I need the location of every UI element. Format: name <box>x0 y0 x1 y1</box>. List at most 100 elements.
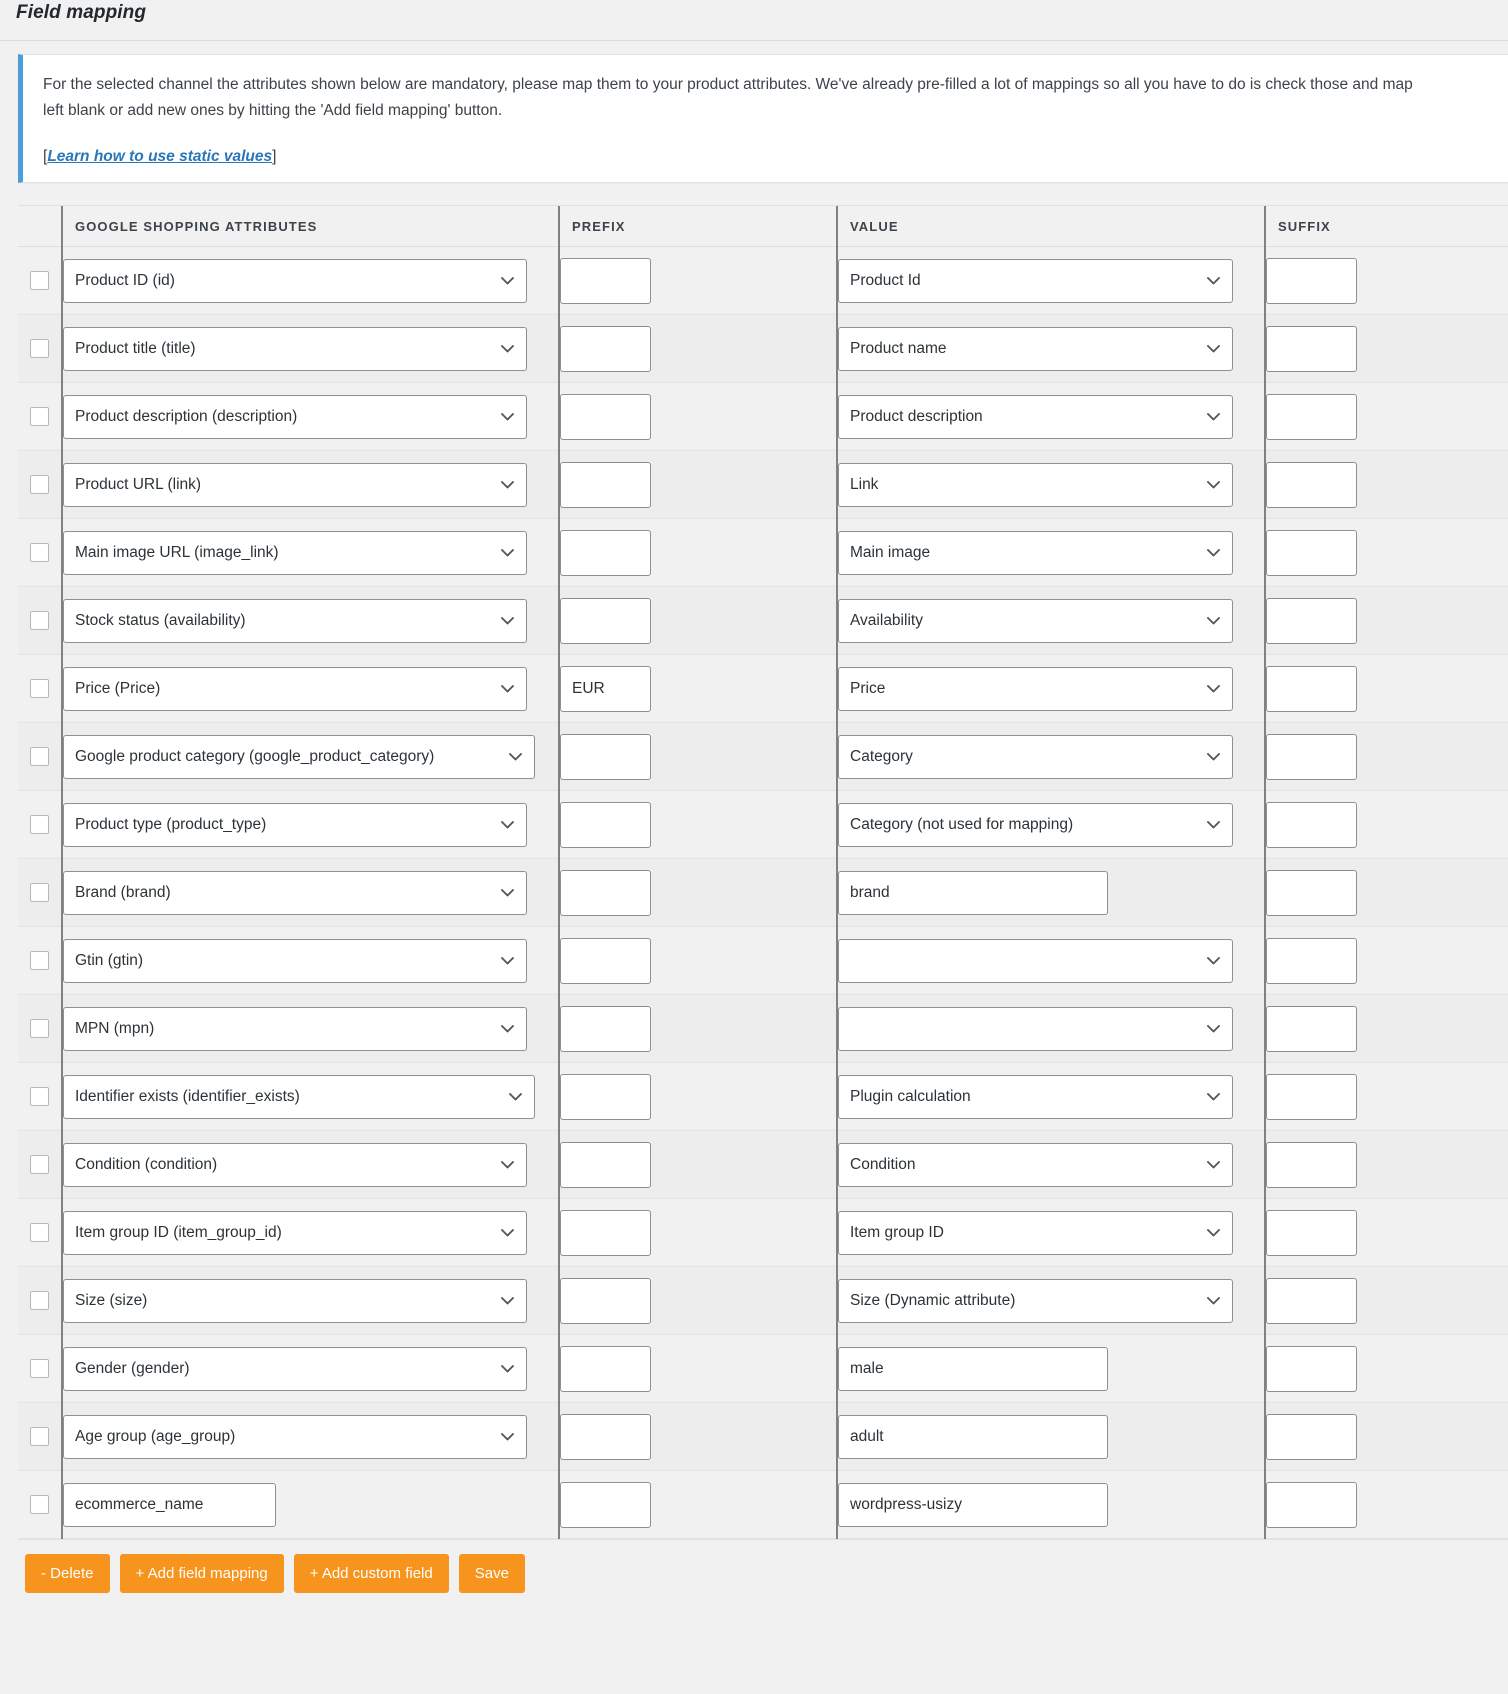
value-select[interactable] <box>838 939 1233 983</box>
attribute-select[interactable]: Age group (age_group) <box>63 1415 527 1459</box>
prefix-input[interactable] <box>560 258 651 304</box>
attribute-select[interactable]: Product URL (link) <box>63 463 527 507</box>
row-checkbox[interactable] <box>30 339 49 358</box>
row-checkbox[interactable] <box>30 679 49 698</box>
value-select[interactable]: Main image <box>838 531 1233 575</box>
value-text-input[interactable]: adult <box>838 1415 1108 1459</box>
row-checkbox[interactable] <box>30 543 49 562</box>
prefix-input[interactable]: EUR <box>560 666 651 712</box>
value-select[interactable]: Product description <box>838 395 1233 439</box>
attribute-select[interactable]: Condition (condition) <box>63 1143 527 1187</box>
add-custom-field-button[interactable]: + Add custom field <box>294 1554 449 1593</box>
prefix-input[interactable] <box>560 462 651 508</box>
attribute-select[interactable]: Price (Price) <box>63 667 527 711</box>
suffix-input[interactable] <box>1266 870 1357 916</box>
row-checkbox[interactable] <box>30 1155 49 1174</box>
prefix-input[interactable] <box>560 1278 651 1324</box>
prefix-input[interactable] <box>560 598 651 644</box>
prefix-input[interactable] <box>560 870 651 916</box>
value-select[interactable]: Link <box>838 463 1233 507</box>
learn-static-values-link[interactable]: Learn how to use static values <box>47 148 272 165</box>
suffix-input[interactable] <box>1266 1210 1357 1256</box>
value-select[interactable]: Availability <box>838 599 1233 643</box>
attribute-select[interactable]: Main image URL (image_link) <box>63 531 527 575</box>
prefix-input[interactable] <box>560 1210 651 1256</box>
prefix-input[interactable] <box>560 1414 651 1460</box>
save-button[interactable]: Save <box>459 1554 525 1593</box>
attribute-select[interactable]: Item group ID (item_group_id) <box>63 1211 527 1255</box>
attribute-select[interactable]: Stock status (availability) <box>63 599 527 643</box>
suffix-input[interactable] <box>1266 1482 1357 1528</box>
row-checkbox[interactable] <box>30 747 49 766</box>
suffix-input[interactable] <box>1266 462 1357 508</box>
attribute-text-input[interactable]: ecommerce_name <box>63 1483 276 1527</box>
value-select[interactable]: Category (not used for mapping) <box>838 803 1233 847</box>
row-checkbox[interactable] <box>30 1087 49 1106</box>
value-select[interactable]: Item group ID <box>838 1211 1233 1255</box>
row-checkbox[interactable] <box>30 951 49 970</box>
suffix-input[interactable] <box>1266 734 1357 780</box>
prefix-input[interactable] <box>560 938 651 984</box>
value-select[interactable]: Condition <box>838 1143 1233 1187</box>
value-select[interactable] <box>838 1007 1233 1051</box>
attribute-select[interactable]: MPN (mpn) <box>63 1007 527 1051</box>
row-checkbox[interactable] <box>30 815 49 834</box>
prefix-input[interactable] <box>560 734 651 780</box>
row-checkbox[interactable] <box>30 475 49 494</box>
row-checkbox[interactable] <box>30 1359 49 1378</box>
suffix-input[interactable] <box>1266 1414 1357 1460</box>
row-checkbox[interactable] <box>30 1495 49 1514</box>
suffix-input[interactable] <box>1266 530 1357 576</box>
row-checkbox[interactable] <box>30 883 49 902</box>
suffix-input[interactable] <box>1266 598 1357 644</box>
prefix-input[interactable] <box>560 326 651 372</box>
suffix-input[interactable] <box>1266 1346 1357 1392</box>
prefix-input[interactable] <box>560 394 651 440</box>
attribute-select[interactable]: Product type (product_type) <box>63 803 527 847</box>
value-select[interactable]: Plugin calculation <box>838 1075 1233 1119</box>
suffix-input[interactable] <box>1266 1278 1357 1324</box>
attribute-select[interactable]: Identifier exists (identifier_exists) <box>63 1075 535 1119</box>
suffix-input[interactable] <box>1266 326 1357 372</box>
prefix-input[interactable] <box>560 1482 651 1528</box>
add-field-mapping-button[interactable]: + Add field mapping <box>120 1554 284 1593</box>
value-select[interactable]: Product name <box>838 327 1233 371</box>
prefix-input[interactable] <box>560 1346 651 1392</box>
suffix-input[interactable] <box>1266 1006 1357 1052</box>
suffix-input[interactable] <box>1266 1074 1357 1120</box>
attribute-select[interactable]: Product description (description) <box>63 395 527 439</box>
value-select[interactable]: Category <box>838 735 1233 779</box>
value-select[interactable]: Size (Dynamic attribute) <box>838 1279 1233 1323</box>
row-checkbox[interactable] <box>30 407 49 426</box>
suffix-input[interactable] <box>1266 666 1357 712</box>
row-checkbox[interactable] <box>30 271 49 290</box>
attribute-select[interactable]: Brand (brand) <box>63 871 527 915</box>
row-checkbox[interactable] <box>30 1427 49 1446</box>
suffix-input[interactable] <box>1266 1142 1357 1188</box>
value-select[interactable]: Price <box>838 667 1233 711</box>
attribute-select[interactable]: Gender (gender) <box>63 1347 527 1391</box>
prefix-input[interactable] <box>560 1142 651 1188</box>
suffix-input[interactable] <box>1266 802 1357 848</box>
row-checkbox[interactable] <box>30 1291 49 1310</box>
suffix-input[interactable] <box>1266 258 1357 304</box>
prefix-input[interactable] <box>560 1074 651 1120</box>
row-checkbox[interactable] <box>30 611 49 630</box>
attribute-select[interactable]: Google product category (google_product_… <box>63 735 535 779</box>
attribute-select[interactable]: Size (size) <box>63 1279 527 1323</box>
prefix-input[interactable] <box>560 530 651 576</box>
row-checkbox[interactable] <box>30 1019 49 1038</box>
row-checkbox[interactable] <box>30 1223 49 1242</box>
attribute-select[interactable]: Product ID (id) <box>63 259 527 303</box>
suffix-input[interactable] <box>1266 394 1357 440</box>
value-select[interactable]: Product Id <box>838 259 1233 303</box>
delete-button[interactable]: - Delete <box>25 1554 110 1593</box>
prefix-input[interactable] <box>560 1006 651 1052</box>
attribute-select[interactable]: Product title (title) <box>63 327 527 371</box>
value-text-input[interactable]: wordpress-usizy <box>838 1483 1108 1527</box>
attribute-select[interactable]: Gtin (gtin) <box>63 939 527 983</box>
value-text-input[interactable]: male <box>838 1347 1108 1391</box>
suffix-input[interactable] <box>1266 938 1357 984</box>
value-text-input[interactable]: brand <box>838 871 1108 915</box>
prefix-input[interactable] <box>560 802 651 848</box>
